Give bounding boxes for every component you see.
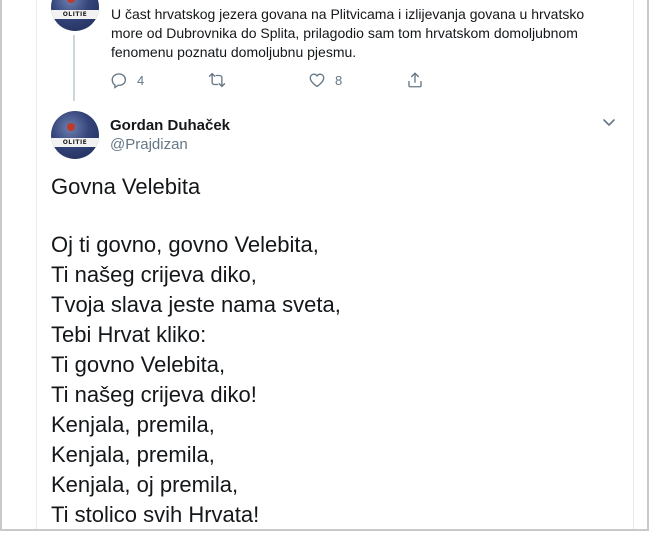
avatar-detail bbox=[67, 0, 75, 3]
tweet-line: Ti govno Velebita, bbox=[51, 352, 226, 377]
previous-tweet-line: U čast hrvatskog jezera govana na Plitvi… bbox=[111, 6, 585, 22]
tweet-line: Kenjala, premila, bbox=[51, 442, 215, 467]
author-handle[interactable]: @Prajdizan bbox=[110, 136, 188, 153]
tweet-line: Tebi Hrvat kliko: bbox=[51, 322, 207, 347]
tweet-title-line: Govna Velebita bbox=[51, 174, 201, 199]
tweet-line: Kenjala, oj premila, bbox=[51, 472, 239, 497]
previous-tweet-text: U čast hrvatskog jezera govana na Plitvi… bbox=[111, 5, 621, 62]
share-icon bbox=[408, 72, 422, 88]
like-count: 8 bbox=[335, 72, 343, 88]
tweet-line: Ti stolico svih Hrvata! bbox=[51, 502, 260, 527]
reply-count: 4 bbox=[137, 72, 145, 88]
tweet-line: Kenjala, premila, bbox=[51, 412, 215, 437]
avatar-detail bbox=[67, 123, 75, 131]
like-button[interactable]: 8 bbox=[308, 70, 342, 90]
reply-icon bbox=[111, 73, 127, 89]
previous-tweet-line: more od Dubrovnika do Splita, prilagodio… bbox=[111, 25, 578, 41]
avatar-band-text: OLITIE bbox=[51, 10, 99, 19]
avatar-band-text: OLITIE bbox=[51, 138, 99, 147]
chevron-down-icon[interactable] bbox=[601, 117, 617, 129]
thread-connector-line bbox=[73, 35, 75, 101]
tweet-line: Tvoja slava jeste nama sveta, bbox=[51, 292, 341, 317]
share-button[interactable] bbox=[406, 70, 424, 90]
reply-button[interactable]: 4 bbox=[110, 70, 144, 90]
author-name[interactable]: Gordan Duhaček bbox=[110, 117, 230, 134]
author-avatar[interactable]: OLITIE bbox=[51, 111, 99, 159]
tweet-line: Oj ti govno, govno Velebita, bbox=[51, 232, 319, 257]
heart-icon bbox=[309, 73, 325, 88]
tweet-line: Ti našeg crijeva diko! bbox=[51, 382, 257, 407]
previous-tweet-line: fenomenu poznatu domoljubnu pjesmu. bbox=[111, 44, 357, 60]
retweet-button[interactable] bbox=[208, 70, 235, 90]
retweet-icon bbox=[208, 72, 226, 88]
tweet-line: Ti našeg crijeva diko, bbox=[51, 262, 257, 287]
